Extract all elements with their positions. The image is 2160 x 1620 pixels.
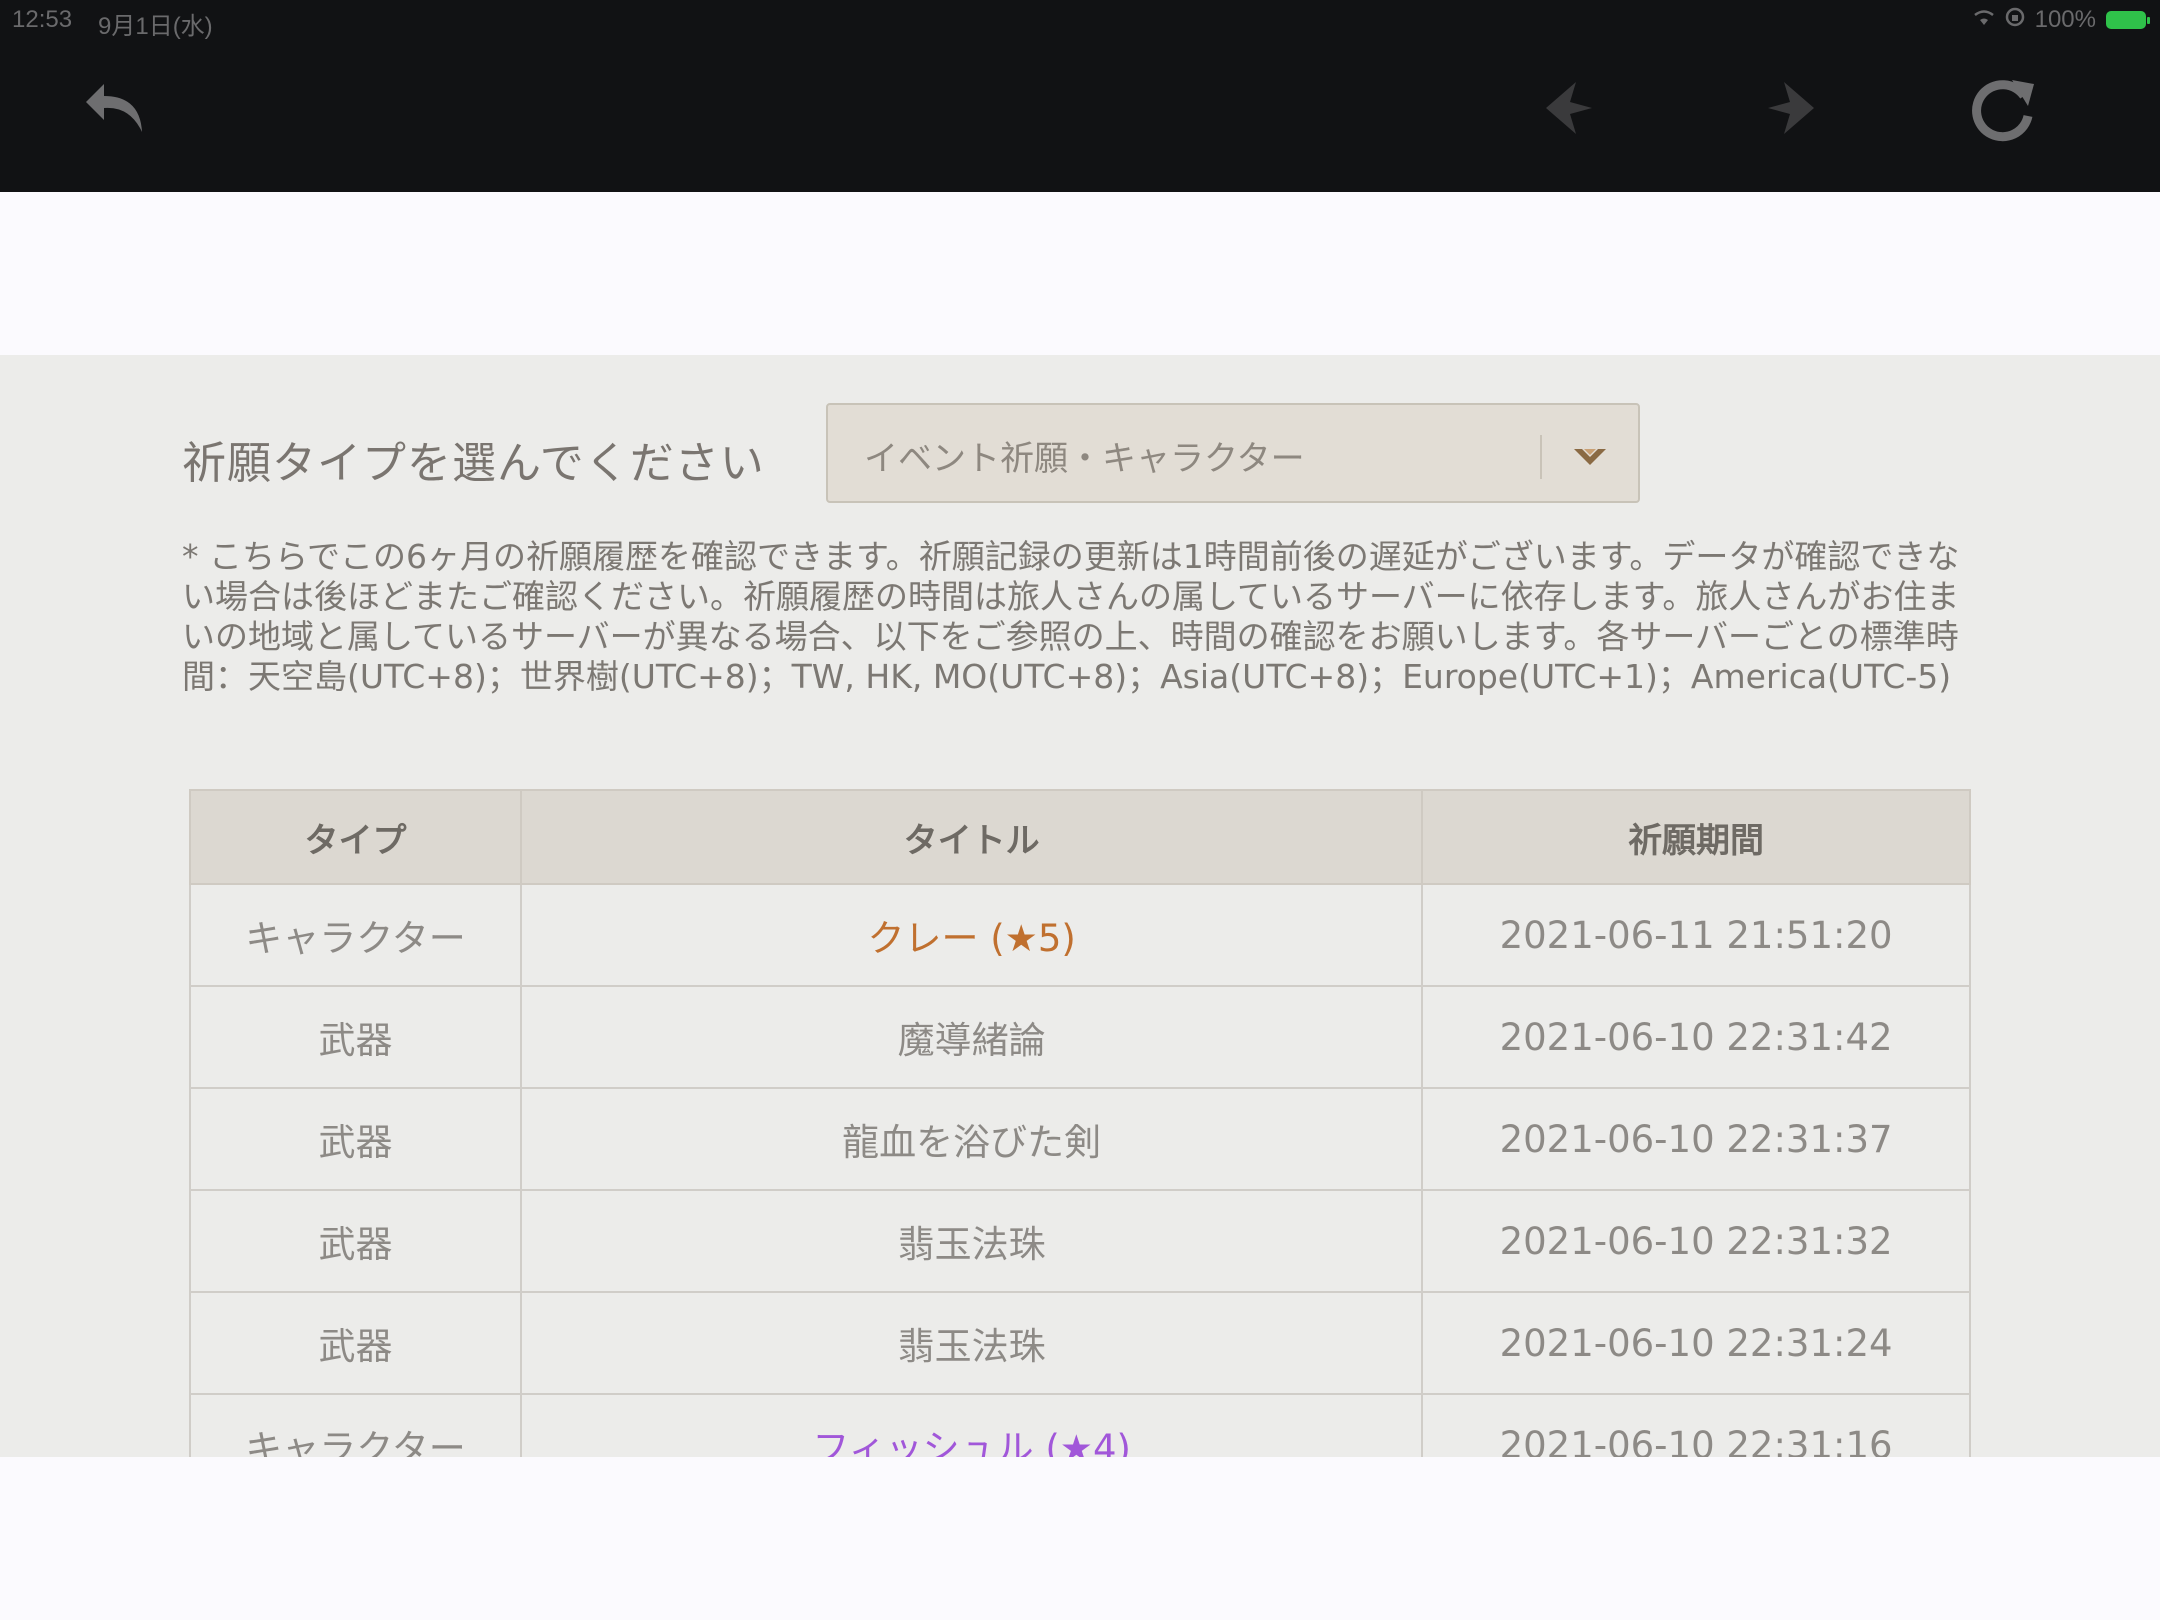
page-header-area bbox=[0, 192, 2160, 355]
row-time: 2021-06-10 22:31:24 bbox=[1421, 1291, 1971, 1395]
wish-type-select[interactable]: イベント祈願・キャラクター bbox=[826, 403, 1640, 503]
table-row: 武器 翡玉法珠 2021-06-10 22:31:32 bbox=[188, 1189, 1971, 1293]
row-title: 魔導緒論 bbox=[520, 985, 1424, 1089]
row-type: 武器 bbox=[188, 985, 523, 1089]
browser-toolbar bbox=[0, 40, 2160, 192]
prev-icon bbox=[1530, 66, 1614, 154]
status-bar: 12:53 9月1日(水) 100% bbox=[0, 0, 2160, 40]
row-time: 2021-06-10 22:31:16 bbox=[1421, 1393, 1971, 1457]
row-title: フィッシュル (★4) bbox=[520, 1393, 1424, 1457]
reload-icon bbox=[1962, 66, 2046, 154]
row-time: 2021-06-11 21:51:20 bbox=[1421, 883, 1971, 987]
orientation-lock-icon bbox=[2005, 6, 2025, 34]
wifi-icon bbox=[1973, 6, 1995, 34]
battery-percent: 100% bbox=[2034, 6, 2096, 33]
row-time: 2021-06-10 22:31:42 bbox=[1421, 985, 1971, 1089]
wish-type-selected: イベント祈願・キャラクター bbox=[864, 439, 1305, 479]
prev-button[interactable] bbox=[1522, 60, 1622, 160]
next-button[interactable] bbox=[1738, 60, 1838, 160]
header-type: タイプ bbox=[188, 789, 523, 885]
battery-icon bbox=[2106, 11, 2150, 29]
select-divider bbox=[1540, 435, 1542, 479]
next-icon bbox=[1746, 66, 1830, 154]
row-type: 武器 bbox=[188, 1291, 523, 1395]
header-period: 祈願期間 bbox=[1421, 789, 1971, 885]
row-title: 翡玉法珠 bbox=[520, 1291, 1424, 1395]
row-type: キャラクター bbox=[188, 883, 523, 987]
history-notice: * こちらでこの6ヶ月の祈願履歴を確認できます。祈願記録の更新は1時間前後の遅延… bbox=[182, 537, 1960, 696]
table-row: 武器 魔導緒論 2021-06-10 22:31:42 bbox=[188, 985, 1971, 1089]
table-row: 武器 龍血を浴びた剣 2021-06-10 22:31:37 bbox=[188, 1087, 1971, 1191]
chevron-down-icon bbox=[1568, 435, 1612, 479]
row-title: 龍血を浴びた剣 bbox=[520, 1087, 1424, 1191]
back-button[interactable] bbox=[70, 60, 170, 160]
row-time: 2021-06-10 22:31:32 bbox=[1421, 1189, 1971, 1293]
status-date: 9月1日(水) bbox=[98, 13, 213, 40]
status-time: 12:53 bbox=[12, 6, 73, 33]
wish-history-table: タイプ タイトル 祈願期間 キャラクター クレー (★5) 2021-06-11… bbox=[188, 789, 1971, 1457]
wish-history-panel: 祈願タイプを選んでください イベント祈願・キャラクター * こちらでこの6ヶ月の… bbox=[0, 355, 2160, 1457]
table-header-row: タイプ タイトル 祈願期間 bbox=[188, 789, 1971, 885]
row-type: 武器 bbox=[188, 1087, 523, 1191]
status-right: 100% bbox=[1973, 6, 2150, 34]
row-time: 2021-06-10 22:31:37 bbox=[1421, 1087, 1971, 1191]
back-icon bbox=[78, 66, 162, 154]
table-row: 武器 翡玉法珠 2021-06-10 22:31:24 bbox=[188, 1291, 1971, 1395]
row-type: 武器 bbox=[188, 1189, 523, 1293]
table-row: キャラクター クレー (★5) 2021-06-11 21:51:20 bbox=[188, 883, 1971, 987]
table-row: キャラクター フィッシュル (★4) 2021-06-10 22:31:16 bbox=[188, 1393, 1971, 1457]
row-type: キャラクター bbox=[188, 1393, 523, 1457]
reload-button[interactable] bbox=[1954, 60, 2054, 160]
row-title: 翡玉法珠 bbox=[520, 1189, 1424, 1293]
header-title: タイトル bbox=[520, 789, 1424, 885]
row-title: クレー (★5) bbox=[520, 883, 1424, 987]
wish-type-label: 祈願タイプを選んでください bbox=[182, 438, 765, 489]
